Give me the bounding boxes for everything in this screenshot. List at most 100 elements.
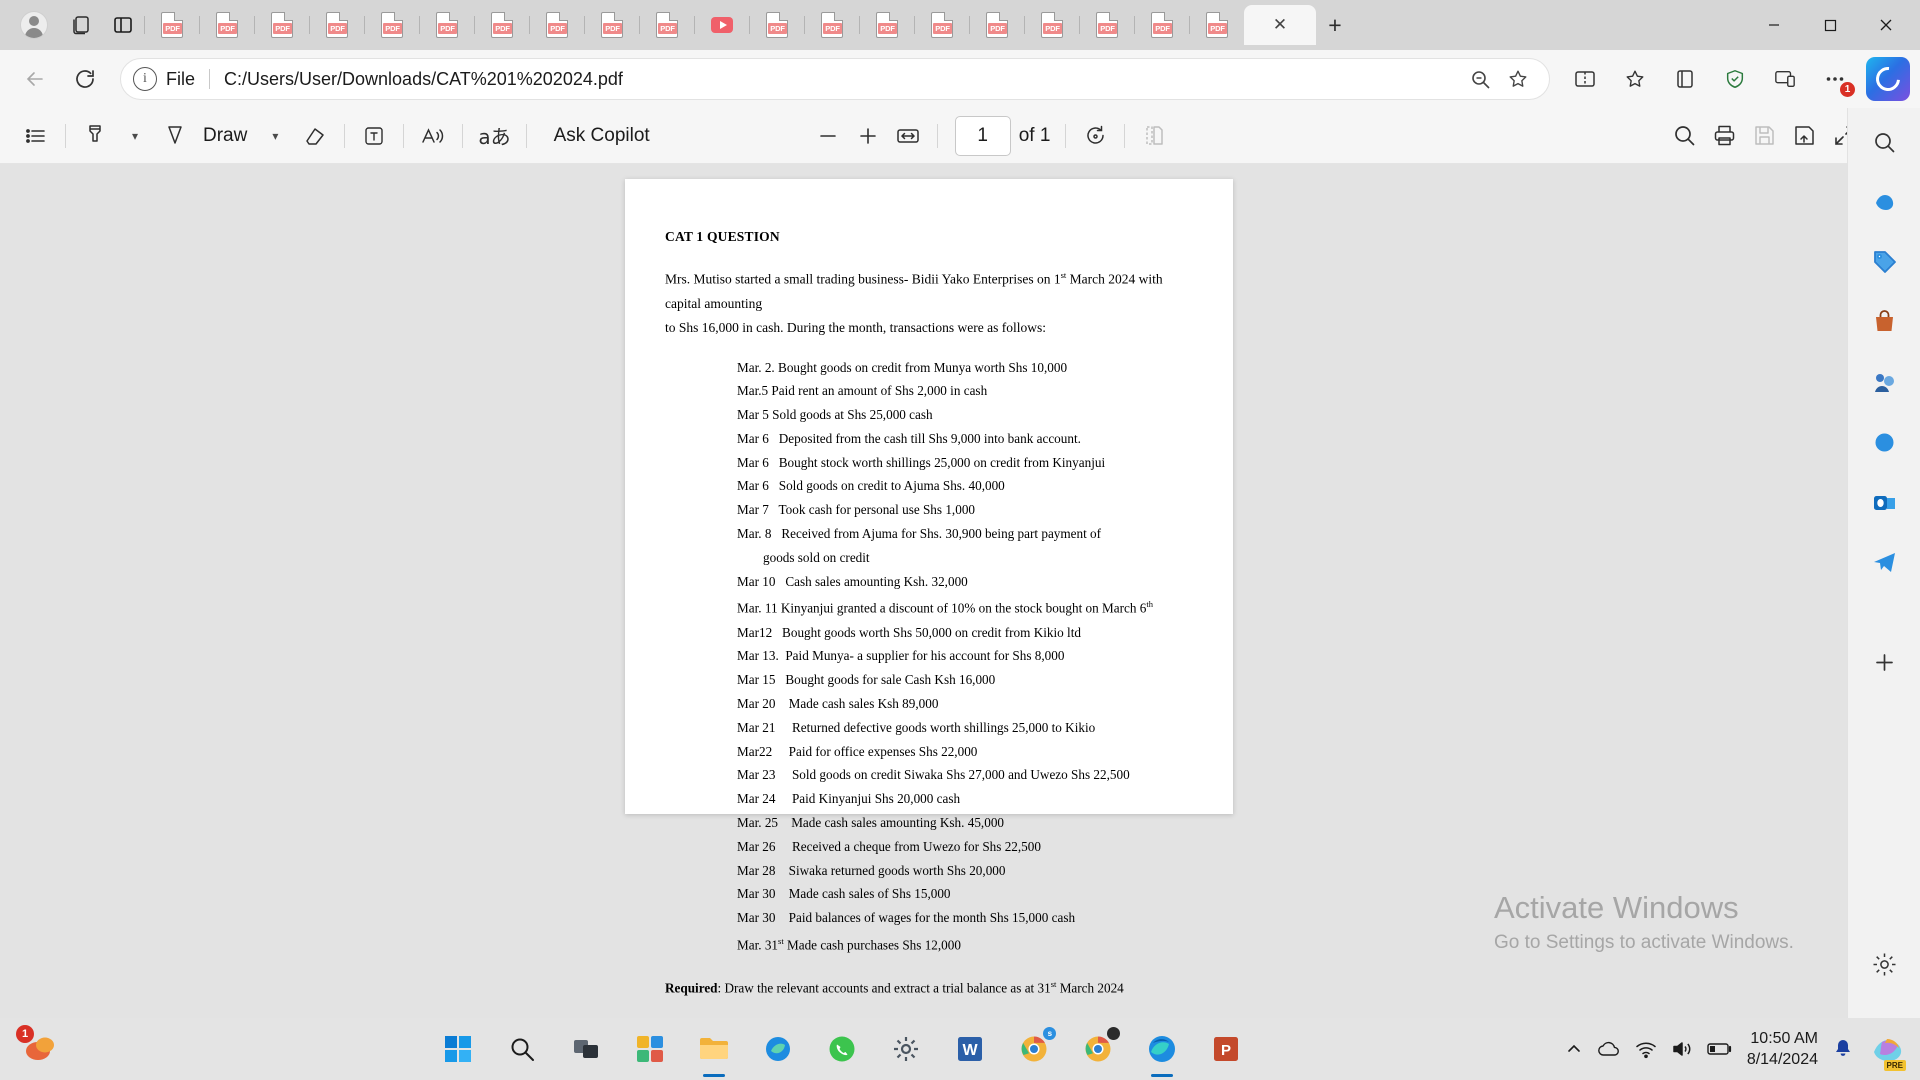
sidebar-add-tool-icon[interactable]	[1860, 638, 1908, 686]
tab-pdf-17[interactable]: PDF	[1025, 5, 1079, 45]
word-button[interactable]: W	[948, 1027, 992, 1071]
battery-icon[interactable]	[1707, 1041, 1733, 1057]
tab-pdf-20[interactable]: PDF	[1190, 5, 1244, 45]
sidebar-item-copilot[interactable]	[1860, 178, 1908, 226]
edge-button[interactable]	[1140, 1027, 1184, 1071]
onedrive-cloud-icon[interactable]	[1597, 1039, 1621, 1059]
add-text-icon[interactable]	[354, 116, 394, 156]
tab-pdf-2[interactable]: PDF	[200, 5, 254, 45]
address-bar[interactable]: i File C:/Users/User/Downloads/CAT%201%2…	[120, 58, 1550, 100]
tab-pdf-1[interactable]: PDF	[145, 5, 199, 45]
search-button[interactable]	[500, 1027, 544, 1071]
back-icon[interactable]	[13, 57, 57, 101]
zoom-out-button[interactable]	[808, 116, 848, 156]
fit-to-width-button[interactable]	[888, 116, 928, 156]
tab-pdf-16[interactable]: PDF	[970, 5, 1024, 45]
taskbar-clock[interactable]: 10:50 AM 8/14/2024	[1747, 1028, 1818, 1070]
search-document-icon[interactable]	[1664, 116, 1704, 156]
page-view-icon[interactable]	[1134, 116, 1174, 156]
volume-icon[interactable]	[1671, 1039, 1693, 1059]
tab-pdf-14[interactable]: PDF	[860, 5, 914, 45]
split-screen-icon[interactable]	[1563, 57, 1607, 101]
discount-text: Mar. 11 Kinyanjui granted a discount of …	[737, 600, 1147, 616]
sidebar-item-browser-essentials-icon[interactable]	[1860, 418, 1908, 466]
save-icon[interactable]	[1744, 116, 1784, 156]
profile-button[interactable]	[14, 5, 54, 45]
start-button[interactable]	[436, 1027, 480, 1071]
powerpoint-button[interactable]: P	[1204, 1027, 1248, 1071]
tab-pdf-19[interactable]: PDF	[1135, 5, 1189, 45]
browser-settings-more-icon[interactable]: 1	[1813, 57, 1857, 101]
sidebar-item-outlook-icon[interactable]	[1860, 478, 1908, 526]
tab-video-11[interactable]	[695, 5, 749, 45]
task-view-button[interactable]	[564, 1027, 608, 1071]
tab-pdf-7[interactable]: PDF	[475, 5, 529, 45]
tab-pdf-4[interactable]: PDF	[310, 5, 364, 45]
tab-pdf-15[interactable]: PDF	[915, 5, 969, 45]
translate-icon[interactable]: aあ	[472, 116, 516, 156]
file-explorer-button[interactable]	[692, 1027, 736, 1071]
sidebar-search-icon[interactable]	[1860, 118, 1908, 166]
tab-pdf-18[interactable]: PDF	[1080, 5, 1134, 45]
tab-pdf-6[interactable]: PDF	[420, 5, 474, 45]
chrome-button[interactable]: s	[1012, 1027, 1057, 1071]
table-of-contents-icon[interactable]	[16, 116, 56, 156]
edge-copilot-button[interactable]	[756, 1027, 800, 1071]
sidebar-settings-gear-icon[interactable]	[1860, 940, 1908, 988]
collections-icon[interactable]	[1663, 57, 1707, 101]
tab-pdf-active[interactable]: ✕	[1244, 5, 1316, 45]
copilot-button[interactable]	[1866, 57, 1910, 101]
wifi-icon[interactable]	[1635, 1039, 1657, 1059]
reload-icon[interactable]	[63, 57, 107, 101]
zoom-out-page-icon[interactable]	[1461, 60, 1499, 98]
tab-pdf-9[interactable]: PDF	[585, 5, 639, 45]
print-icon[interactable]	[1704, 116, 1744, 156]
sidebar-item-telegram-icon[interactable]	[1860, 538, 1908, 586]
close-button[interactable]	[1858, 2, 1914, 48]
favorites-icon[interactable]	[1613, 57, 1657, 101]
omnibox-divider	[209, 69, 211, 89]
draw-dropdown-icon[interactable]: ▾	[255, 116, 295, 156]
minimize-button[interactable]	[1746, 2, 1802, 48]
cast-device-icon[interactable]	[1763, 57, 1807, 101]
ask-copilot-button[interactable]: Ask Copilot	[546, 125, 658, 147]
taskbar-copilot-button[interactable]: PRE	[1868, 1027, 1906, 1071]
list-item: Mar. 2. Bought goods on credit from Muny…	[737, 359, 1068, 375]
tab-pdf-5[interactable]: PDF	[365, 5, 419, 45]
sidebar-item-shopping-tag-icon[interactable]	[1860, 238, 1908, 286]
tab-pdf-12[interactable]: PDF	[750, 5, 804, 45]
draw-label[interactable]: Draw	[195, 125, 255, 147]
highlighter-icon[interactable]	[75, 116, 115, 156]
save-as-icon[interactable]	[1784, 116, 1824, 156]
read-aloud-icon[interactable]	[413, 116, 453, 156]
pdf-viewer[interactable]: CAT 1 QUESTION Mrs. Mutiso started a sma…	[0, 164, 1847, 1018]
tab-pdf-8[interactable]: PDF	[530, 5, 584, 45]
draw-pen-icon[interactable]	[155, 116, 195, 156]
page-number-input[interactable]: 1	[954, 115, 1011, 156]
highlighter-dropdown-icon[interactable]: ▾	[115, 116, 155, 156]
sidebar-item-split-screen-icon[interactable]	[1860, 358, 1908, 406]
tab-close-icon[interactable]: ✕	[1267, 12, 1293, 38]
taskbar-chat-app[interactable]: 1	[16, 1025, 62, 1071]
url-text[interactable]: C:/Users/User/Downloads/CAT%201%202024.p…	[224, 69, 1461, 90]
settings-button[interactable]	[884, 1027, 928, 1071]
maximize-button[interactable]	[1802, 2, 1858, 48]
vertical-tabs-icon[interactable]	[104, 6, 142, 44]
whatsapp-button[interactable]	[820, 1027, 864, 1071]
rotate-icon[interactable]	[1075, 116, 1115, 156]
sidebar-item-shopping-bag-icon[interactable]	[1860, 298, 1908, 346]
tab-pdf-3[interactable]: PDF	[255, 5, 309, 45]
favorite-star-icon[interactable]	[1499, 60, 1537, 98]
notifications-bell-icon[interactable]	[1832, 1038, 1854, 1060]
tray-expand-icon[interactable]	[1565, 1040, 1583, 1058]
chrome-2-button[interactable]	[1076, 1027, 1121, 1071]
browser-essentials-icon[interactable]	[1713, 57, 1757, 101]
site-info-icon[interactable]: i	[133, 67, 157, 91]
eraser-icon[interactable]	[295, 116, 335, 156]
zoom-in-button[interactable]	[848, 116, 888, 156]
tab-pdf-13[interactable]: PDF	[805, 5, 859, 45]
tab-pdf-10[interactable]: PDF	[640, 5, 694, 45]
new-tab-button[interactable]: +	[1316, 6, 1354, 44]
widgets-button[interactable]	[628, 1027, 672, 1071]
tab-collections-icon[interactable]	[62, 6, 100, 44]
